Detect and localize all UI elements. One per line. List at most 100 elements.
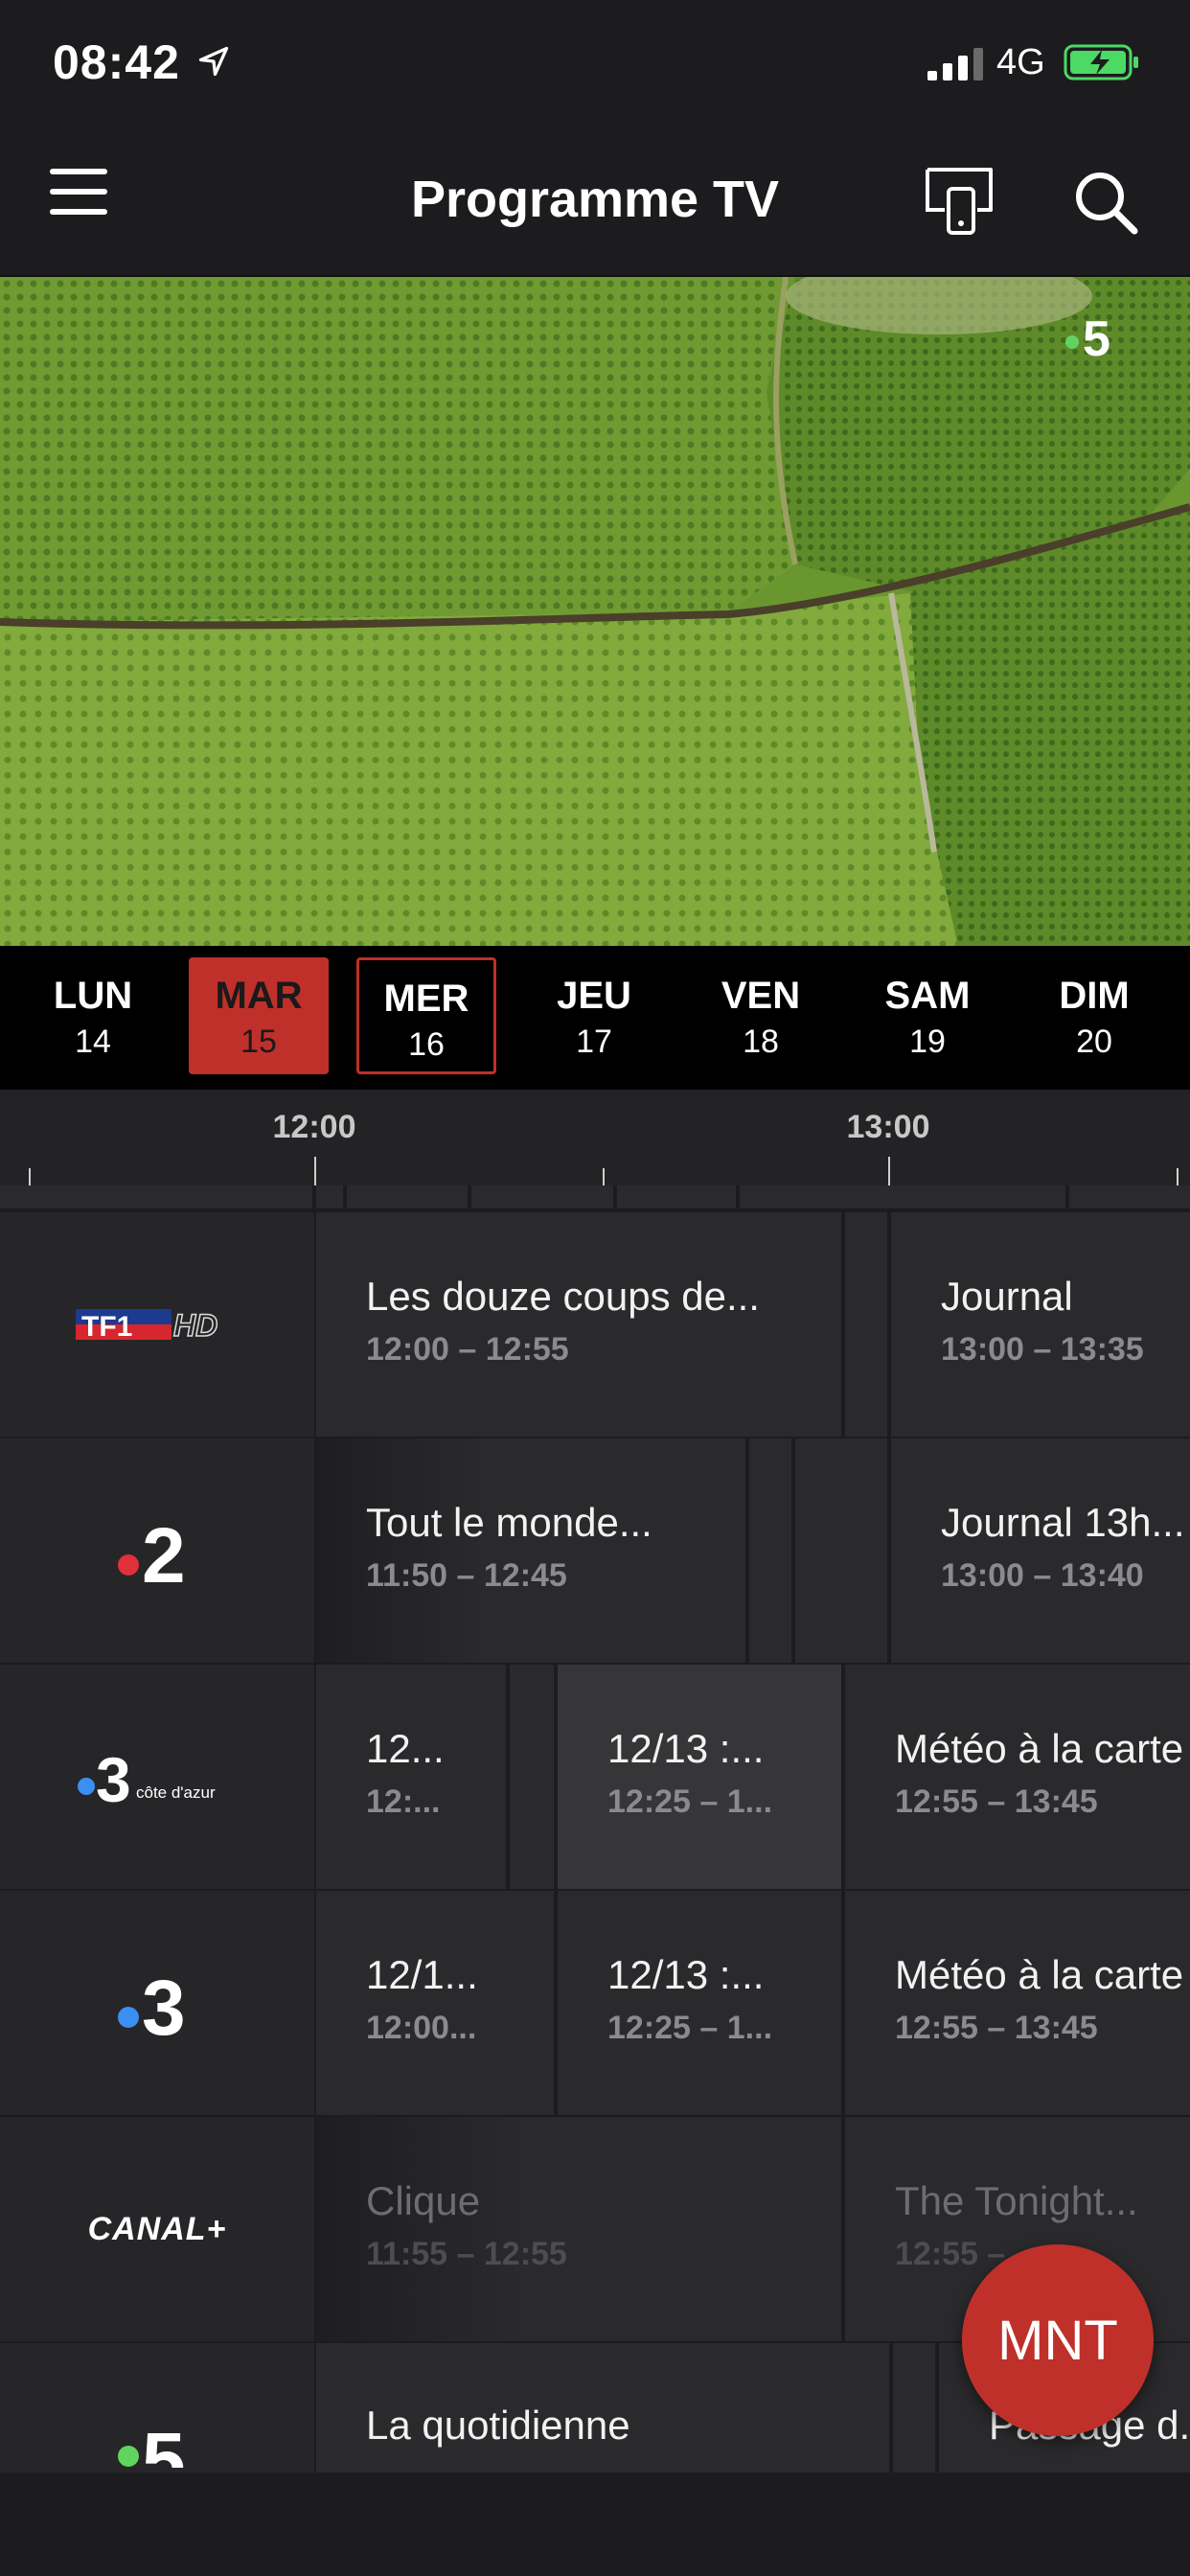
program-cell[interactable]: Météo à la carte 12:55 – 13:45 bbox=[845, 1665, 1190, 1889]
program-cell[interactable]: 12/1... 12:00... bbox=[316, 1891, 554, 2115]
program-time: 12:25 – 1... bbox=[607, 1783, 773, 1820]
program-cell[interactable]: 12/13 :... 12:25 – 1... bbox=[558, 1665, 841, 1889]
logo-3-text: 3 bbox=[142, 1965, 186, 2046]
strip-cell bbox=[471, 1185, 613, 1208]
program-title: Les douze coups de... bbox=[366, 1274, 760, 1319]
tv-remote-cast-icon[interactable] bbox=[922, 162, 998, 239]
logo-3-text: 3 bbox=[96, 1744, 131, 1815]
strip-cell bbox=[316, 1185, 343, 1208]
day-date: 19 bbox=[909, 1024, 946, 1060]
program-title: Tout le monde... bbox=[366, 1500, 652, 1545]
program-cell[interactable] bbox=[795, 1438, 887, 1663]
program-cell[interactable] bbox=[749, 1438, 791, 1663]
day-tab-sam[interactable]: SAM 19 bbox=[858, 957, 997, 1074]
program-title: The Tonight... bbox=[895, 2178, 1138, 2223]
day-tab-lun[interactable]: LUN 14 bbox=[23, 957, 163, 1074]
day-date: 14 bbox=[75, 1024, 111, 1060]
program-cell[interactable]: La quotidienne bbox=[316, 2343, 889, 2472]
day-date: 15 bbox=[240, 1024, 277, 1060]
day-tab-mar[interactable]: MAR 15 bbox=[189, 957, 329, 1074]
day-date: 17 bbox=[576, 1024, 612, 1060]
program-cell[interactable]: Journal 13h... 13:00 – 13:40 bbox=[891, 1438, 1190, 1663]
time-label-12: 12:00 bbox=[272, 1109, 356, 1145]
day-name: VEN bbox=[721, 975, 801, 1017]
now-playing-button[interactable]: MNT bbox=[962, 2244, 1154, 2436]
program-cell[interactable]: Météo à la carte 12:55 – 13:45 bbox=[845, 1891, 1190, 2115]
strip-cell bbox=[0, 1185, 312, 1208]
day-tab-mer[interactable]: MER 16 bbox=[356, 957, 496, 1074]
day-name: MAR bbox=[215, 975, 303, 1017]
time-ruler[interactable]: 12:00 13:00 bbox=[0, 1090, 1190, 1185]
program-title: Journal 13h... bbox=[941, 1500, 1185, 1545]
location-arrow-icon bbox=[198, 46, 229, 77]
program-time: 13:00 – 13:40 bbox=[941, 1557, 1144, 1594]
status-bar: 08:42 4G bbox=[0, 0, 1190, 129]
program-title: 12... bbox=[366, 1726, 445, 1771]
program-cell[interactable] bbox=[510, 1665, 554, 1889]
program-time: 12:00... bbox=[366, 2010, 477, 2046]
ruler-tick bbox=[888, 1157, 890, 1185]
program-title: Météo à la carte bbox=[895, 1952, 1184, 1997]
ruler-tick bbox=[314, 1157, 316, 1185]
network-type: 4G bbox=[996, 42, 1045, 82]
day-tab-ven[interactable]: VEN 18 bbox=[691, 957, 831, 1074]
video-frame-image: 5 bbox=[0, 277, 1190, 946]
battery-charging-icon bbox=[1064, 44, 1138, 80]
strip-cell bbox=[617, 1185, 736, 1208]
program-time: 12:55 – 13:45 bbox=[895, 2010, 1098, 2046]
channel-row-france3-cote-azur: 3 côte d'azur 12... 12:... 12/13 :... 12… bbox=[0, 1665, 1190, 1891]
program-time: 12:... bbox=[366, 1783, 441, 1820]
channel-logo-canal-plus[interactable]: CANAL+ bbox=[0, 2117, 314, 2341]
program-cell[interactable] bbox=[893, 2343, 935, 2472]
logo-region-text: côte d'azur bbox=[136, 1783, 216, 1802]
logo-2-text: 2 bbox=[142, 1512, 186, 1594]
app-header: Programme TV bbox=[0, 129, 1190, 277]
day-name: LUN bbox=[53, 975, 133, 1017]
program-cell[interactable] bbox=[845, 1212, 887, 1437]
channel-row-france3: 3 12/1... 12:00... 12/13 :... 12:25 – 1.… bbox=[0, 1891, 1190, 2117]
day-name: SAM bbox=[884, 975, 971, 1017]
channel-logo-france3-cote-azur[interactable]: 3 côte d'azur bbox=[0, 1665, 314, 1889]
program-time: 11:55 – 12:55 bbox=[366, 2236, 567, 2272]
day-date: 16 bbox=[408, 1026, 445, 1063]
program-cell[interactable]: 12... 12:... bbox=[316, 1665, 506, 1889]
cellular-signal-icon bbox=[927, 48, 983, 80]
program-cell[interactable]: Tout le monde... 11:50 – 12:45 bbox=[316, 1438, 745, 1663]
program-time: 12:00 – 12:55 bbox=[366, 1331, 569, 1368]
day-tab-jeu[interactable]: JEU 17 bbox=[524, 957, 664, 1074]
program-strip bbox=[0, 1185, 1190, 1210]
day-date: 18 bbox=[743, 1024, 779, 1060]
program-cell[interactable]: Clique 11:55 – 12:55 bbox=[316, 2117, 841, 2341]
logo-tf1-text: TF1 bbox=[81, 1311, 132, 1343]
ruler-tick bbox=[603, 1168, 605, 1185]
channel-row-france2: 2 Tout le monde... 11:50 – 12:45 Journal… bbox=[0, 1438, 1190, 1665]
search-icon[interactable] bbox=[1071, 168, 1140, 237]
day-name: MER bbox=[383, 978, 469, 1020]
live-video-player[interactable]: 5 bbox=[0, 277, 1190, 946]
program-cell[interactable]: 12/13 :... 12:25 – 1... bbox=[558, 1891, 841, 2115]
program-cell[interactable]: Journal 13:00 – 13:35 bbox=[891, 1212, 1190, 1437]
program-title: Journal bbox=[941, 1274, 1073, 1319]
program-cell[interactable]: Les douze coups de... 12:00 – 12:55 bbox=[316, 1212, 841, 1437]
channel-row-tf1: TF1 HD Les douze coups de... 12:00 – 12:… bbox=[0, 1212, 1190, 1438]
strip-cell bbox=[740, 1185, 1065, 1208]
logo-5-text: 5 bbox=[142, 2417, 186, 2468]
program-title: Clique bbox=[366, 2178, 481, 2223]
day-date: 20 bbox=[1076, 1024, 1112, 1060]
day-name: JEU bbox=[557, 975, 631, 1017]
page-title: Programme TV bbox=[410, 171, 780, 228]
program-title: 12/13 :... bbox=[607, 1726, 765, 1771]
channel-logo-france3[interactable]: 3 bbox=[0, 1891, 314, 2115]
program-time: 11:50 – 12:45 bbox=[366, 1557, 567, 1594]
day-tab-dim[interactable]: DIM 20 bbox=[1024, 957, 1164, 1074]
channel-logo-tf1[interactable]: TF1 HD bbox=[0, 1212, 314, 1437]
channel-logo-france5[interactable]: 5 bbox=[0, 2343, 314, 2472]
status-time: 08:42 bbox=[53, 35, 180, 89]
ruler-tick bbox=[29, 1168, 31, 1185]
channel-logo-france2[interactable]: 2 bbox=[0, 1438, 314, 1663]
program-title: 12/13 :... bbox=[607, 1952, 765, 1997]
ruler-tick bbox=[1177, 1168, 1179, 1185]
day-selector: LUN 14 MAR 15 MER 16 JEU 17 VEN 18 SAM 19 DIM 2… bbox=[0, 946, 1190, 1090]
program-title: Météo à la carte bbox=[895, 1726, 1184, 1771]
bottom-bar bbox=[0, 2472, 1190, 2576]
